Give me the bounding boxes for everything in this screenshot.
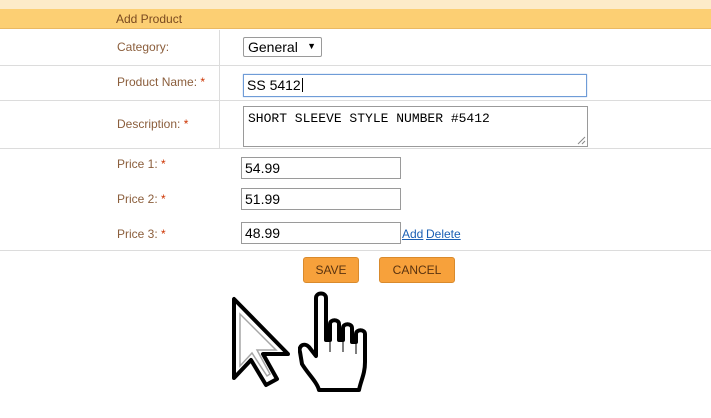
row-divider	[0, 148, 711, 149]
price-1-label: Price 1: *	[117, 157, 166, 171]
required-mark: *	[200, 75, 206, 89]
product-name-value: SS 5412	[247, 77, 301, 93]
required-mark: *	[161, 192, 166, 206]
top-stripe	[0, 0, 711, 9]
product-name-input[interactable]: SS 5412	[243, 74, 587, 97]
add-product-form: Add Product Category: General ▼ Product …	[0, 0, 711, 418]
required-mark: *	[161, 157, 166, 171]
category-label: Category:	[117, 40, 170, 54]
row-divider	[0, 250, 711, 251]
price-2-value: 51.99	[245, 191, 281, 207]
row-divider	[0, 65, 711, 66]
description-label: Description: *	[117, 117, 189, 131]
price-3-input[interactable]: 48.99	[241, 222, 401, 244]
chevron-down-icon: ▼	[307, 41, 316, 51]
product-name-label: Product Name: *	[117, 75, 206, 89]
required-mark: *	[161, 227, 166, 241]
form-title: Add Product	[116, 12, 183, 26]
price-3-value: 48.99	[245, 225, 281, 241]
add-price-link[interactable]: Add	[402, 227, 423, 241]
description-textarea[interactable]: SHORT SLEEVE STYLE NUMBER #5412	[243, 106, 588, 147]
category-select[interactable]: General ▼	[243, 37, 322, 57]
arrow-cursor-icon	[232, 297, 290, 387]
column-divider	[219, 30, 220, 148]
cancel-button[interactable]: CANCEL	[379, 257, 455, 283]
price-2-input[interactable]: 51.99	[241, 188, 401, 210]
save-button[interactable]: SAVE	[303, 257, 359, 283]
required-mark: *	[183, 117, 189, 131]
price-1-value: 54.99	[245, 160, 281, 176]
category-value: General	[248, 39, 298, 55]
hand-pointer-icon	[298, 291, 367, 392]
delete-price-link[interactable]: Delete	[426, 227, 461, 241]
form-header: Add Product	[0, 9, 711, 29]
price-3-label: Price 3: *	[117, 227, 166, 241]
description-value: SHORT SLEEVE STYLE NUMBER #5412	[248, 111, 490, 126]
row-divider	[0, 100, 711, 101]
price-2-label: Price 2: *	[117, 192, 166, 206]
price-1-input[interactable]: 54.99	[241, 157, 401, 179]
resize-grip-icon[interactable]	[577, 136, 586, 145]
text-caret	[301, 78, 303, 92]
